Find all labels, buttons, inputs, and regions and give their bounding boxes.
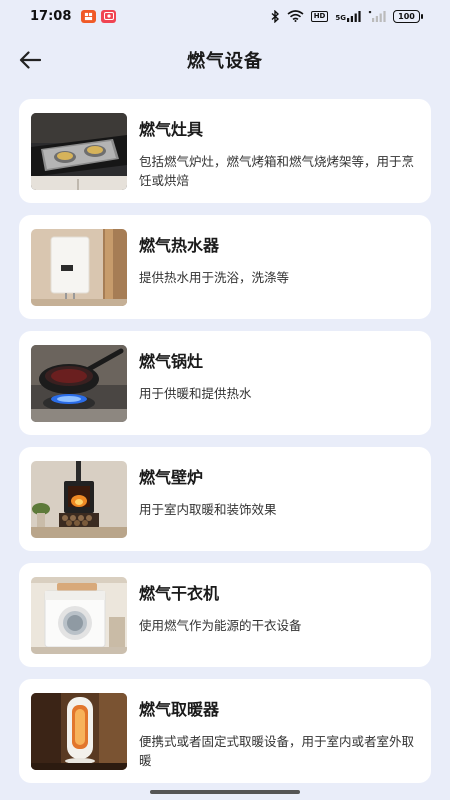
device-description: 包括燃气炉灶，燃气烤箱和燃气烧烤架等，用于烹饪或烘焙	[139, 154, 415, 188]
cellular-signal-2-icon	[368, 10, 386, 22]
back-button[interactable]	[14, 44, 46, 76]
app-notification-icon	[81, 9, 97, 23]
gas-wok-burner-image	[31, 345, 127, 422]
device-description: 使用燃气作为能源的干衣设备	[139, 618, 302, 633]
device-card-heater[interactable]: 燃气取暖器 便携式或者固定式取暖设备，用于室内或者室外取暖	[19, 679, 431, 783]
device-list: 燃气灶具 包括燃气炉灶，燃气烤箱和燃气烧烤架等，用于烹饪或烘焙 燃气热水器 提供…	[19, 99, 431, 795]
device-card-gas-stove[interactable]: 燃气灶具 包括燃气炉灶，燃气烤箱和燃气烧烤架等，用于烹饪或烘焙	[19, 99, 431, 203]
device-description: 用于供暖和提供热水	[139, 386, 252, 401]
device-card-wok-burner[interactable]: 燃气锅灶 用于供暖和提供热水	[19, 331, 431, 435]
gas-water-heater-image	[31, 229, 127, 306]
device-card-fireplace[interactable]: 燃气壁炉 用于室内取暖和装饰效果	[19, 447, 431, 551]
gas-heater-image	[31, 693, 127, 770]
device-title: 燃气取暖器	[139, 700, 220, 719]
device-title: 燃气热水器	[139, 236, 220, 255]
device-description: 提供热水用于洗浴，洗涤等	[139, 270, 290, 285]
device-title: 燃气锅灶	[139, 352, 204, 371]
home-indicator[interactable]	[150, 790, 300, 794]
device-title: 燃气干衣机	[139, 584, 220, 603]
gas-dryer-image	[31, 577, 127, 654]
device-title: 燃气灶具	[139, 120, 204, 139]
hd-voice-badge: HD	[310, 10, 329, 22]
device-description: 便携式或者固定式取暖设备，用于室内或者室外取暖	[139, 734, 415, 768]
status-time: 17:08	[30, 8, 72, 24]
battery-icon: 100	[393, 9, 423, 23]
notification-icons	[81, 9, 117, 23]
status-bar: 17:08 HD 5G 100	[0, 0, 450, 32]
device-card-water-heater[interactable]: 燃气热水器 提供热水用于洗浴，洗涤等	[19, 215, 431, 319]
device-title: 燃气壁炉	[139, 468, 204, 487]
cellular-signal-icon: 5G	[335, 10, 361, 22]
device-description: 用于室内取暖和装饰效果	[139, 502, 277, 517]
header: 燃气设备	[0, 38, 450, 82]
gas-stove-image	[31, 113, 127, 190]
video-notification-icon	[101, 9, 117, 23]
bluetooth-icon	[271, 9, 279, 23]
device-card-dryer[interactable]: 燃气干衣机 使用燃气作为能源的干衣设备	[19, 563, 431, 667]
page-title: 燃气设备	[187, 51, 263, 72]
arrow-left-icon	[19, 51, 41, 69]
gas-fireplace-image	[31, 461, 127, 538]
status-indicators: HD 5G 100	[271, 9, 423, 23]
wifi-icon	[287, 10, 304, 22]
network-type-label: 5G	[335, 13, 346, 22]
